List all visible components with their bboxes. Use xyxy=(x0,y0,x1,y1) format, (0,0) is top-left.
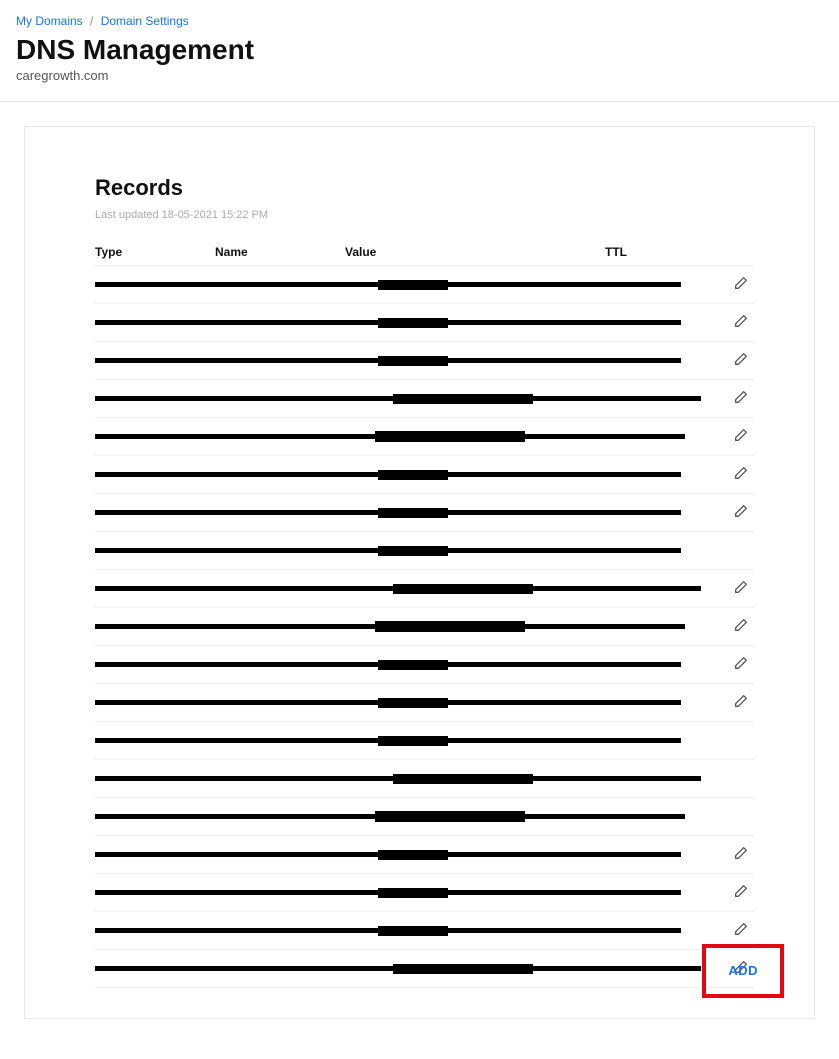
table-row xyxy=(95,646,754,684)
row-redacted-content xyxy=(95,698,704,708)
table-row xyxy=(95,304,754,342)
row-redacted-content xyxy=(95,926,704,936)
row-redacted-content xyxy=(95,584,704,594)
edit-icon[interactable] xyxy=(732,578,750,596)
table-row xyxy=(95,532,754,570)
edit-icon[interactable] xyxy=(732,312,750,330)
col-header-name: Name xyxy=(215,245,345,259)
row-redacted-content xyxy=(95,964,704,974)
edit-icon[interactable] xyxy=(732,616,750,634)
row-redacted-content xyxy=(95,546,704,556)
row-redacted-content xyxy=(95,774,704,784)
table-row xyxy=(95,760,754,798)
table-row xyxy=(95,570,754,608)
row-redacted-content xyxy=(95,394,704,404)
records-table-header: Type Name Value TTL xyxy=(95,239,754,266)
breadcrumb-item-domain-settings[interactable]: Domain Settings xyxy=(101,14,189,28)
table-row xyxy=(95,684,754,722)
page-title: DNS Management xyxy=(16,34,823,66)
col-header-type: Type xyxy=(95,245,215,259)
table-row xyxy=(95,912,754,950)
breadcrumb: My Domains / Domain Settings xyxy=(16,14,823,28)
row-redacted-content xyxy=(95,850,704,860)
table-row xyxy=(95,798,754,836)
edit-icon[interactable] xyxy=(732,388,750,406)
row-redacted-content xyxy=(95,318,704,328)
edit-icon[interactable] xyxy=(732,426,750,444)
edit-icon[interactable] xyxy=(732,502,750,520)
row-redacted-content xyxy=(95,660,704,670)
records-table-body xyxy=(95,266,754,988)
table-row xyxy=(95,418,754,456)
row-redacted-content xyxy=(95,624,704,629)
records-title: Records xyxy=(95,175,754,201)
edit-icon[interactable] xyxy=(732,464,750,482)
edit-icon[interactable] xyxy=(732,692,750,710)
edit-icon[interactable] xyxy=(732,844,750,862)
table-row xyxy=(95,494,754,532)
table-row xyxy=(95,874,754,912)
edit-icon[interactable] xyxy=(732,350,750,368)
row-redacted-content xyxy=(95,280,704,290)
row-redacted-content xyxy=(95,814,704,819)
table-row xyxy=(95,722,754,760)
page-header: My Domains / Domain Settings DNS Managem… xyxy=(0,0,839,102)
row-redacted-content xyxy=(95,508,704,518)
table-row xyxy=(95,456,754,494)
col-header-ttl: TTL xyxy=(605,245,695,259)
row-redacted-content xyxy=(95,470,704,480)
breadcrumb-separator: / xyxy=(90,14,93,28)
records-card: Records Last updated 18-05-2021 15:22 PM… xyxy=(24,126,815,1019)
col-header-value: Value xyxy=(345,245,605,259)
table-row xyxy=(95,380,754,418)
row-redacted-content xyxy=(95,736,704,746)
row-redacted-content xyxy=(95,888,704,898)
add-button-highlight: ADD xyxy=(702,944,784,998)
edit-icon[interactable] xyxy=(732,920,750,938)
domain-name: caregrowth.com xyxy=(16,68,823,83)
table-row xyxy=(95,608,754,646)
table-row xyxy=(95,950,754,988)
last-updated: Last updated 18-05-2021 15:22 PM xyxy=(95,209,754,221)
row-redacted-content xyxy=(95,356,704,366)
edit-icon[interactable] xyxy=(732,274,750,292)
breadcrumb-item-my-domains[interactable]: My Domains xyxy=(16,14,83,28)
add-button[interactable]: ADD xyxy=(728,963,758,978)
edit-icon[interactable] xyxy=(732,882,750,900)
table-row xyxy=(95,342,754,380)
edit-icon[interactable] xyxy=(732,654,750,672)
table-row xyxy=(95,836,754,874)
row-redacted-content xyxy=(95,434,704,439)
table-row xyxy=(95,266,754,304)
